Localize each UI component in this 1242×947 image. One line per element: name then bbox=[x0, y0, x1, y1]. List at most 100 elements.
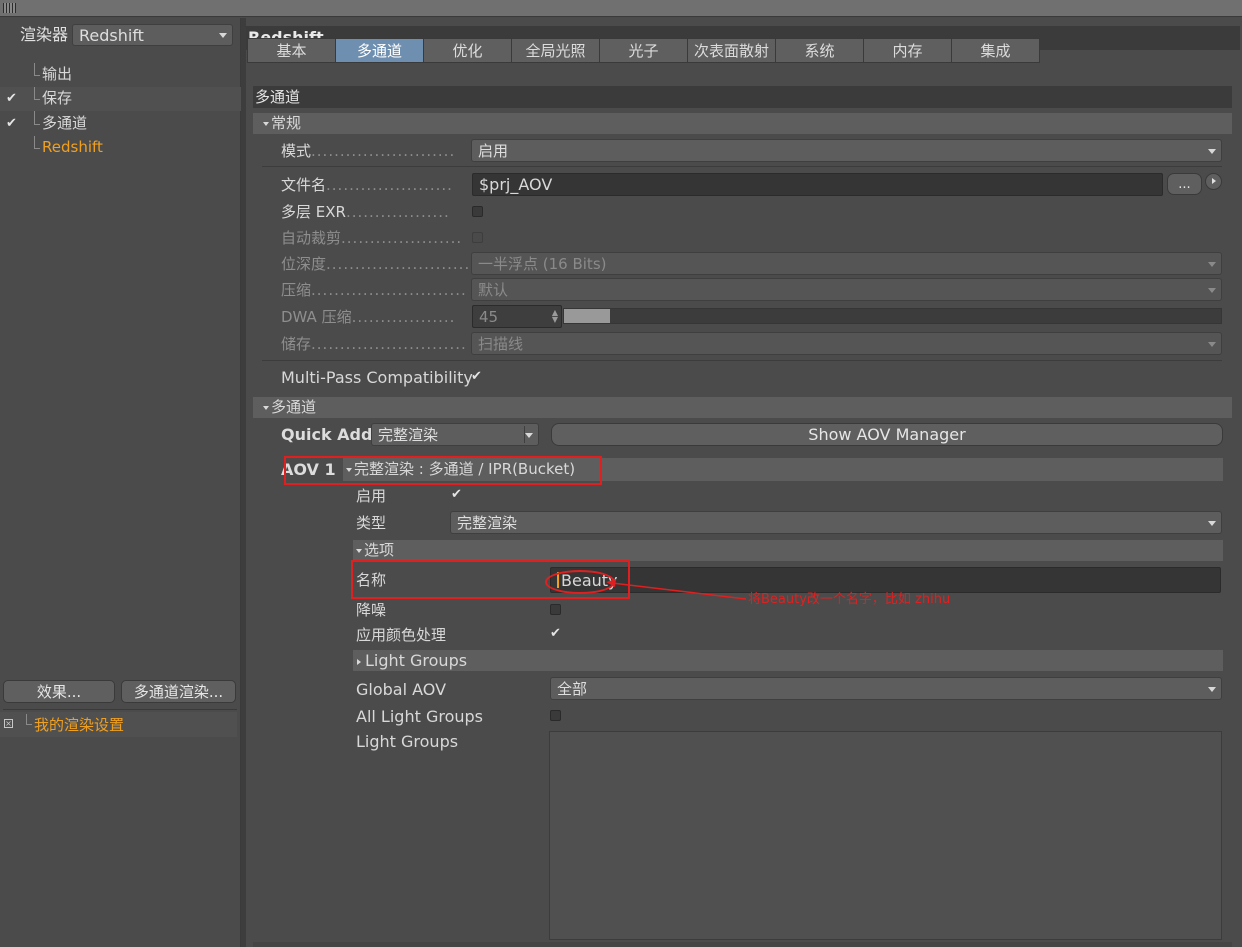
dot-leader: ........................... bbox=[311, 335, 467, 353]
tree-item-label: 多通道 bbox=[42, 114, 88, 132]
tree-line bbox=[26, 714, 27, 724]
all-light-groups-label: All Light Groups bbox=[356, 707, 483, 726]
group-header-label: 多通道 bbox=[263, 400, 316, 415]
annotation-text: 将Beauty改一个名字，比如 zhihu bbox=[748, 592, 951, 607]
annotation-highlight-box bbox=[284, 456, 602, 485]
tree-item-redshift[interactable]: Redshift bbox=[0, 136, 241, 160]
multilayer-exr-label: 多层 EXR.................. bbox=[281, 205, 450, 220]
group-header-multipass[interactable]: 多通道 bbox=[253, 397, 1232, 418]
multilayer-exr-checkbox[interactable] bbox=[472, 206, 483, 217]
color-processing-label: 应用颜色处理 bbox=[356, 626, 447, 644]
expand-icon[interactable]: × bbox=[4, 719, 13, 728]
tab-basic[interactable]: 基本 bbox=[247, 38, 336, 63]
filename-label-text: 文件名 bbox=[281, 176, 327, 194]
mode-dropdown[interactable]: 启用 bbox=[471, 139, 1222, 162]
all-light-groups-checkbox[interactable] bbox=[550, 710, 561, 721]
tree-item-label: 保存 bbox=[42, 89, 73, 107]
tree-item-output[interactable]: 输出 bbox=[0, 63, 241, 87]
divider bbox=[262, 360, 1222, 361]
autocrop-label: 自动裁剪..................... bbox=[281, 231, 462, 246]
group-header-general[interactable]: 常规 bbox=[253, 113, 1232, 134]
multilayer-exr-label-text: 多层 EXR bbox=[281, 203, 346, 221]
storage-value: 扫描线 bbox=[478, 335, 524, 353]
aov-enable-label: 启用 bbox=[356, 487, 387, 505]
aov-type-dropdown[interactable]: 完整渲染 bbox=[450, 511, 1222, 534]
chevron-down-icon bbox=[525, 432, 533, 438]
bitdepth-label-text: 位深度 bbox=[281, 255, 327, 273]
section-title: 多通道 bbox=[255, 88, 301, 106]
quick-add-dropdown[interactable]: 完整渲染 bbox=[371, 423, 539, 446]
show-aov-manager-button[interactable]: Show AOV Manager bbox=[551, 423, 1223, 446]
renderer-dropdown[interactable]: Redshift bbox=[72, 24, 233, 46]
browse-button[interactable]: ... bbox=[1167, 173, 1202, 195]
effects-button[interactable]: 效果... bbox=[3, 680, 115, 703]
light-groups-list[interactable] bbox=[549, 731, 1222, 940]
check-icon[interactable]: ✔ bbox=[6, 117, 17, 130]
tree-line bbox=[34, 87, 35, 99]
bitdepth-dropdown[interactable]: 一半浮点 (16 Bits) bbox=[471, 252, 1222, 275]
light-groups-header-label: Light Groups bbox=[357, 653, 467, 669]
aov-enable-checkbox[interactable]: ✔ bbox=[451, 488, 462, 501]
dwa-slider[interactable] bbox=[563, 308, 1222, 324]
tab-system[interactable]: 系统 bbox=[775, 38, 864, 63]
quick-add-label: Quick Add bbox=[281, 425, 373, 444]
chevron-down-icon bbox=[1208, 148, 1216, 154]
storage-dropdown[interactable]: 扫描线 bbox=[471, 332, 1222, 355]
bottom-edge bbox=[253, 942, 1232, 947]
expand-arrow-button[interactable] bbox=[1205, 173, 1222, 190]
tab-optimization[interactable]: 优化 bbox=[423, 38, 512, 63]
light-groups-label: Light Groups bbox=[356, 732, 459, 751]
section-header: 多通道 bbox=[253, 86, 1232, 108]
compression-dropdown[interactable]: 默认 bbox=[471, 278, 1222, 301]
stepper-icon[interactable]: ▲ ▼ bbox=[552, 309, 558, 324]
tree-line bbox=[34, 99, 40, 100]
autocrop-checkbox[interactable] bbox=[472, 232, 483, 243]
denoise-checkbox[interactable] bbox=[550, 604, 561, 615]
global-aov-dropdown[interactable]: 全部 bbox=[550, 677, 1222, 700]
dot-leader: ......................... bbox=[311, 142, 456, 160]
tree-item-multipass[interactable]: ✔ 多通道 bbox=[0, 111, 241, 136]
options-header[interactable]: 选项 bbox=[353, 540, 1223, 561]
collapse-icon bbox=[356, 548, 362, 553]
play-icon bbox=[1212, 178, 1216, 184]
options-header-text: 选项 bbox=[364, 541, 395, 559]
dot-leader: ...................... bbox=[326, 176, 453, 194]
group-header-text: 多通道 bbox=[271, 398, 317, 416]
tree-line bbox=[26, 724, 32, 725]
compat-checkbox[interactable]: ✔ bbox=[471, 370, 482, 383]
color-processing-checkbox[interactable]: ✔ bbox=[550, 627, 561, 640]
tree-item-save[interactable]: ✔ 保存 bbox=[0, 87, 241, 111]
compression-value: 默认 bbox=[478, 281, 509, 299]
dot-leader: ..................... bbox=[341, 229, 463, 247]
aov-type-label: 类型 bbox=[356, 514, 387, 532]
light-groups-header[interactable]: Light Groups bbox=[353, 650, 1223, 671]
tab-gi[interactable]: 全局光照 bbox=[511, 38, 600, 63]
dot-leader: ......................... bbox=[326, 255, 471, 273]
grip-icon[interactable] bbox=[3, 3, 16, 13]
dwa-label: DWA 压缩.................. bbox=[281, 310, 455, 325]
divider bbox=[3, 709, 237, 710]
dwa-value-field[interactable]: 45 ▲ ▼ bbox=[472, 305, 562, 328]
renderer-value: Redshift bbox=[79, 25, 144, 45]
expand-icon bbox=[357, 658, 361, 665]
tab-memory[interactable]: 内存 bbox=[863, 38, 952, 63]
bitdepth-value: 一半浮点 (16 Bits) bbox=[478, 255, 607, 273]
check-icon[interactable]: ✔ bbox=[6, 92, 17, 105]
bitdepth-label: 位深度......................... bbox=[281, 257, 470, 272]
mode-value: 启用 bbox=[478, 142, 509, 160]
filename-field[interactable]: $prj_AOV bbox=[472, 173, 1163, 196]
tab-integration[interactable]: 集成 bbox=[951, 38, 1040, 63]
mode-label-text: 模式 bbox=[281, 142, 312, 160]
compat-label: Multi-Pass Compatibility bbox=[281, 368, 473, 387]
group-header-text: 常规 bbox=[271, 114, 302, 132]
quick-add-value: 完整渲染 bbox=[378, 426, 439, 444]
tab-photon[interactable]: 光子 bbox=[599, 38, 688, 63]
multipass-render-button[interactable]: 多通道渲染... bbox=[121, 680, 236, 703]
tree-line bbox=[34, 124, 40, 125]
tree-line bbox=[34, 136, 35, 148]
render-settings-item[interactable]: × 我的渲染设置 bbox=[0, 712, 237, 737]
tab-sss[interactable]: 次表面散射 bbox=[687, 38, 776, 63]
chevron-down-icon bbox=[1208, 520, 1216, 526]
chevron-down-icon bbox=[219, 33, 227, 38]
tab-multipass[interactable]: 多通道 bbox=[335, 38, 424, 63]
